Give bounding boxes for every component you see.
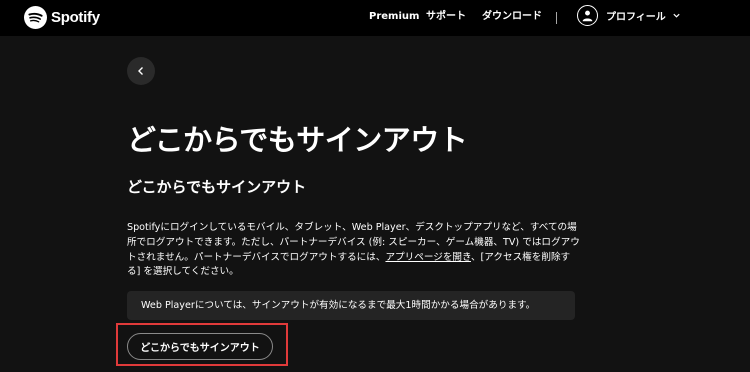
- profile-label: プロフィール: [606, 12, 666, 23]
- nav-support-link[interactable]: サポート: [426, 0, 466, 36]
- spotify-logo[interactable]: Spotify: [24, 6, 100, 29]
- top-navigation-bar: Spotify Premium サポート ダウンロード プロフィール: [0, 0, 750, 36]
- user-icon: [577, 5, 598, 26]
- spotify-logo-icon: [24, 6, 47, 29]
- brand-name: Spotify: [51, 9, 100, 26]
- nav-download-link[interactable]: ダウンロード: [482, 0, 542, 36]
- profile-menu-button[interactable]: プロフィール: [577, 5, 681, 26]
- chevron-left-icon: [138, 67, 143, 75]
- nav-divider: [556, 12, 557, 24]
- description-text: Spotifyにログインしているモバイル、タブレット、Web Player、デス…: [127, 221, 582, 280]
- sign-out-everywhere-button[interactable]: どこからでもサインアウト: [127, 333, 273, 360]
- back-button[interactable]: [127, 57, 155, 85]
- app-page-link[interactable]: アプリページを開き: [385, 252, 470, 263]
- nav-premium-link[interactable]: Premium: [369, 0, 419, 36]
- chevron-down-icon: [673, 13, 680, 18]
- page-title: どこからでもサインアウト: [127, 123, 468, 157]
- info-note: Web Playerについては、サインアウトが有効になるまで最大1時間かかる場合…: [127, 291, 575, 320]
- section-heading: どこからでもサインアウト: [127, 178, 307, 196]
